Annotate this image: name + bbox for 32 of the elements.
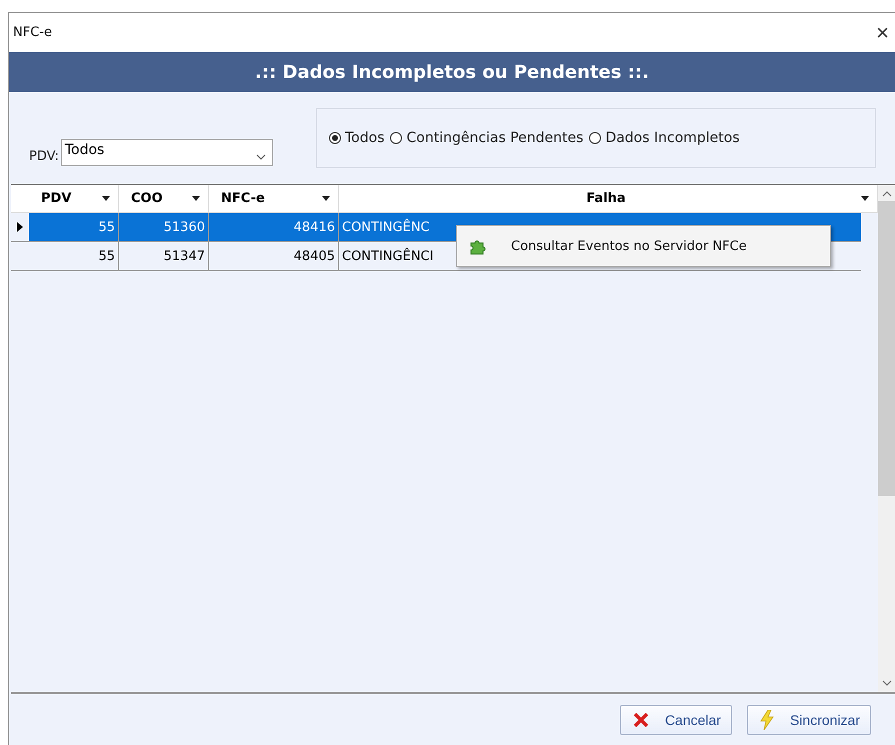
window-title: NFC-e (13, 25, 52, 40)
column-header[interactable]: NFC-e (209, 185, 339, 212)
vertical-scrollbar[interactable] (878, 185, 895, 692)
row-pointer-icon (17, 222, 23, 232)
dropdown-arrow-icon (861, 196, 869, 201)
close-icon (632, 713, 649, 727)
header-title: .:: Dados Incompletos ou Pendentes ::. (255, 62, 649, 82)
table-cell: 51360 (119, 213, 209, 241)
dropdown-arrow-icon (102, 196, 110, 201)
table-cell-text: CONTINGÊNC (341, 218, 431, 236)
dropdown-arrow-icon (192, 196, 200, 201)
table-cell: 55 (29, 242, 119, 270)
table-cell: 55 (29, 213, 119, 241)
table-cell: 48416 (209, 213, 339, 241)
scroll-up-icon[interactable] (882, 191, 892, 197)
pdv-label: PDV: (29, 149, 59, 164)
filter-radio[interactable]: Todos (329, 130, 384, 146)
column-header[interactable]: COO (119, 185, 209, 212)
scroll-down-icon[interactable] (882, 680, 892, 686)
table-cell-text: CONTINGÊNCI (341, 246, 434, 266)
filter-radio[interactable]: Dados Incompletos (589, 130, 740, 146)
table-cell: 48405 (209, 242, 339, 270)
lightning-icon (760, 710, 774, 730)
sync-button[interactable]: Sincronizar (746, 705, 871, 735)
close-button[interactable]: × (870, 22, 895, 44)
filter-radio[interactable]: Contingências Pendentes (390, 130, 584, 146)
table-cell: 51347 (119, 242, 209, 270)
dropdown-arrow-icon (322, 196, 330, 201)
chevron-down-icon (256, 154, 266, 160)
pdv-dropdown[interactable]: Todos (60, 139, 273, 166)
cancel-button[interactable]: Cancelar (620, 705, 732, 735)
column-header[interactable]: PDV (29, 185, 119, 212)
